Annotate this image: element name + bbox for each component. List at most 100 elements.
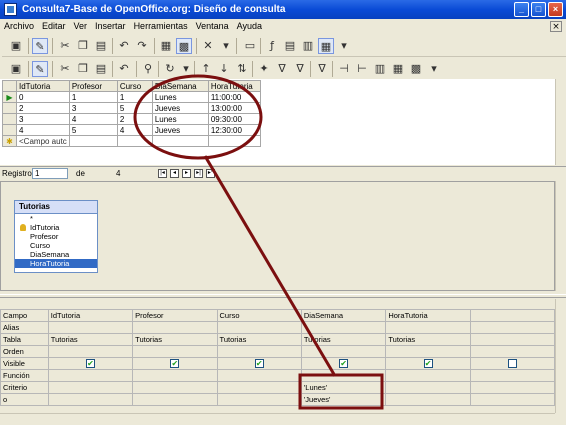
criterio-cell[interactable] [132, 381, 218, 394]
tabla-cell[interactable]: Tutorias [216, 333, 302, 346]
cell[interactable]: 12:30:00 [207, 124, 261, 136]
table-row[interactable]: 2 3 5 Jueves 13:00:00 [2, 102, 261, 114]
standard-filter-icon[interactable]: ∇ [292, 61, 308, 77]
criterio-cell[interactable] [385, 381, 471, 394]
menu-archivo[interactable]: Archivo [0, 19, 38, 34]
last-record-icon[interactable]: ▸| [194, 169, 203, 178]
menu-insertar[interactable]: Insertar [91, 19, 130, 34]
menu-editar[interactable]: Editar [38, 19, 70, 34]
edit-icon[interactable]: ✎ [32, 38, 48, 54]
campo-cell[interactable]: IdTutoria [47, 309, 134, 322]
paste-icon[interactable]: ▤ [93, 38, 109, 54]
tabla-cell[interactable]: Tutorias [132, 333, 218, 346]
cut-icon[interactable]: ✂ [57, 61, 73, 77]
row-header[interactable] [2, 102, 17, 114]
column-header[interactable]: HoraTutoria [207, 80, 261, 92]
visible-checkbox[interactable]: ✔ [339, 359, 349, 369]
autofilter-icon[interactable]: ✦ [256, 61, 272, 77]
redo-icon[interactable]: ↷ [134, 38, 150, 54]
sort-icon[interactable]: ⇅ [234, 61, 250, 77]
apply-filter-icon[interactable]: ∇ [274, 61, 290, 77]
pane-splitter[interactable] [0, 294, 566, 298]
field-item-selected[interactable]: HoraTutoria [15, 259, 97, 268]
visible-checkbox[interactable]: ✔ [423, 359, 433, 369]
alias-cell[interactable] [385, 321, 471, 334]
funcion-cell[interactable] [300, 369, 387, 382]
table-name-icon[interactable]: ▤ [282, 38, 298, 54]
field-item[interactable]: * [15, 214, 97, 223]
cell[interactable]: <Campo autc [16, 135, 70, 147]
tabla-cell[interactable]: Tutorias [47, 333, 134, 346]
orden-cell[interactable] [47, 345, 134, 358]
funcion-cell[interactable] [47, 369, 134, 382]
first-record-icon[interactable]: |◂ [158, 169, 167, 178]
campo-cell[interactable]: DiaSemana [300, 309, 387, 322]
data-to-fields-icon[interactable]: ⊢ [354, 61, 370, 77]
criterio-cell[interactable] [216, 381, 302, 394]
o-cell[interactable] [47, 393, 134, 406]
undo-icon[interactable]: ↶ [116, 61, 132, 77]
field-item[interactable]: DiaSemana [15, 250, 97, 259]
new-record-icon[interactable]: ✱ [2, 135, 17, 147]
tabla-cell[interactable] [469, 333, 556, 346]
more-options-icon[interactable]: ▾ [426, 61, 442, 77]
criteria-horizontal-scrollbar[interactable] [0, 413, 555, 424]
o-cell[interactable] [132, 393, 218, 406]
menu-ventana[interactable]: Ventana [192, 19, 233, 34]
cell[interactable]: 1 [68, 91, 118, 103]
remove-filter-icon[interactable]: ∇ [314, 61, 330, 77]
current-row-marker-icon[interactable]: ▶ [2, 91, 17, 103]
record-number-field[interactable]: 1 [32, 168, 68, 179]
column-header[interactable]: DiaSemana [151, 80, 209, 92]
table-row[interactable]: 4 5 4 Jueves 12:30:00 [2, 124, 261, 136]
cell[interactable] [207, 135, 261, 147]
visible-checkbox[interactable]: ✔ [170, 359, 180, 369]
next-record-icon[interactable]: ▸ [182, 169, 191, 178]
more-options-icon[interactable]: ▾ [336, 38, 352, 54]
cell[interactable]: 4 [68, 113, 118, 125]
criteria-vertical-scrollbar[interactable] [555, 299, 566, 413]
funcion-cell[interactable] [469, 369, 556, 382]
column-header[interactable]: Curso [116, 80, 153, 92]
funcion-cell[interactable] [216, 369, 302, 382]
cell[interactable]: 0 [16, 91, 70, 103]
functions-icon[interactable]: ƒ [264, 38, 280, 54]
design-view-icon[interactable]: ▩ [176, 38, 192, 54]
document-close-icon[interactable]: × [550, 21, 562, 32]
cell[interactable]: Lunes [151, 91, 209, 103]
menu-ver[interactable]: Ver [70, 19, 92, 34]
cell[interactable]: Jueves [151, 124, 209, 136]
maximize-button[interactable]: □ [531, 2, 546, 17]
table-row[interactable]: 3 4 2 Lunes 09:30:00 [2, 113, 261, 125]
orden-cell[interactable] [300, 345, 387, 358]
data-to-text-icon[interactable]: ⊣ [336, 61, 352, 77]
cell[interactable]: 5 [68, 124, 118, 136]
alias-cell[interactable] [216, 321, 302, 334]
cell[interactable]: 2 [116, 113, 153, 125]
alias-cell[interactable] [300, 321, 387, 334]
column-header[interactable]: IdTutoria [16, 80, 70, 92]
cell[interactable]: 4 [116, 124, 153, 136]
cell[interactable]: 1 [116, 91, 153, 103]
distinct-values-icon[interactable]: ▦ [318, 38, 334, 54]
new-record-row[interactable]: ✱ <Campo autc [2, 135, 261, 147]
edit-data-icon[interactable]: ✎ [32, 61, 48, 77]
save-icon[interactable]: ▣ [8, 38, 24, 54]
new-record-nav-icon[interactable]: ▸* [206, 169, 215, 178]
o-cell[interactable]: 'Jueves' [300, 393, 387, 406]
row-header[interactable] [2, 113, 17, 125]
cell[interactable]: Lunes [151, 113, 209, 125]
campo-cell[interactable]: HoraTutoria [385, 309, 471, 322]
cell[interactable]: Jueves [151, 102, 209, 114]
dropdown-arrow-icon[interactable]: ▾ [218, 38, 234, 54]
tabla-cell[interactable]: Tutorias [385, 333, 471, 346]
criterio-cell[interactable] [47, 381, 134, 394]
mail-merge-icon[interactable]: ▥ [372, 61, 388, 77]
orden-cell[interactable] [132, 345, 218, 358]
row-header[interactable] [2, 124, 17, 136]
copy-icon[interactable]: ❐ [75, 61, 91, 77]
campo-cell[interactable]: Curso [216, 309, 302, 322]
cell[interactable] [151, 135, 209, 147]
cell[interactable]: 3 [16, 113, 70, 125]
design-vertical-scrollbar[interactable] [555, 181, 566, 291]
